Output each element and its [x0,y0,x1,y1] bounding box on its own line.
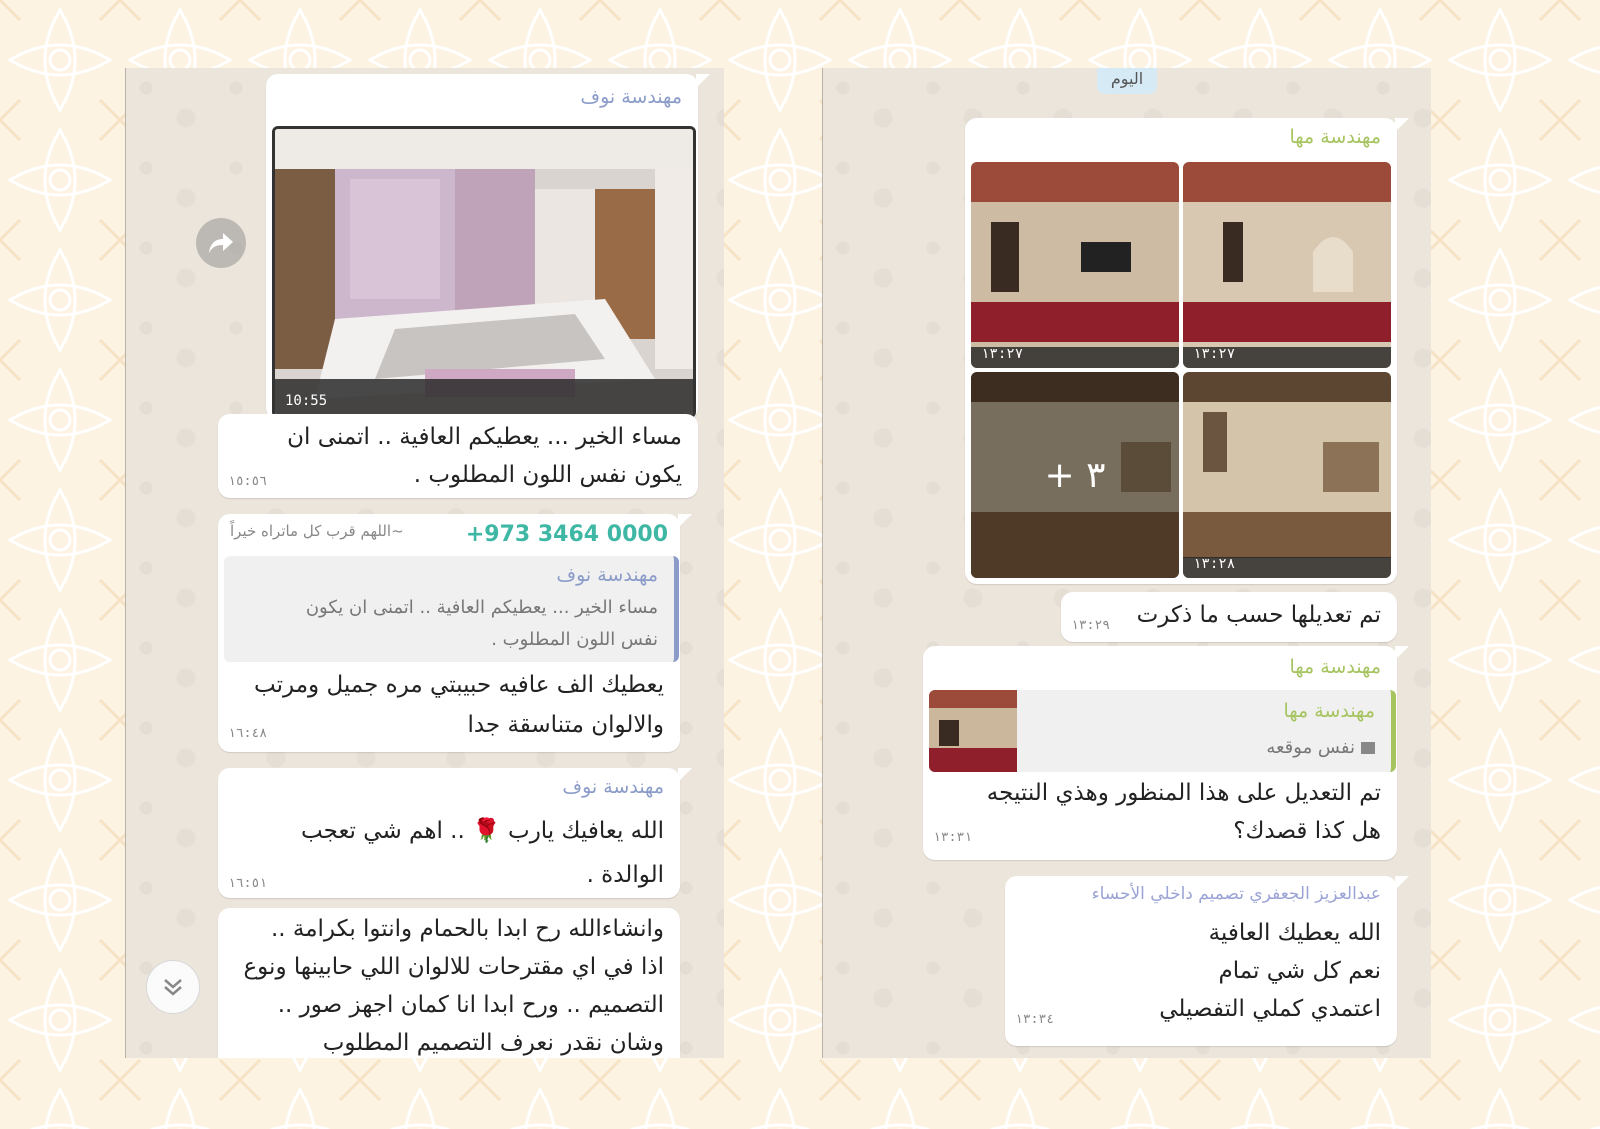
message-time: ١٦:٥١ [228,876,268,891]
message-time: ١٣:٢٩ [1071,618,1111,633]
message-text-line: الله يعافيك يارب 🌹 .. اهم شي تعجب [301,818,664,844]
message-bubble[interactable]: وانشاءالله رح ابدا بالحمام وانتوا بكرامة… [218,908,680,1058]
sender-phone-number: +973 3464 0000 [465,522,668,547]
scroll-down-button[interactable] [146,960,200,1014]
message-bubble-image[interactable]: مهندسة نوف 10:55 [266,74,710,420]
message-text-line: اذا في اي مقترحات للالوان اللي حابينها و… [243,954,664,980]
double-chevron-down-icon [164,979,182,996]
quoted-message[interactable]: مهندسة نوف مساء الخير ... يعطيكم العافية… [224,556,679,662]
message-text-line: اعتمدي كملي التفصيلي [1159,996,1381,1022]
message-bubble[interactable]: تم تعديلها حسب ما ذكرت ١٣:٢٩ [1061,592,1397,642]
sender-name: مهندسة مها [1289,656,1381,678]
dining-render-image[interactable]: ١٣:٢٨ [1183,372,1391,578]
date-chip: اليوم [1097,68,1157,94]
message-bubble[interactable]: عبدالعزيز الجعفري تصميم داخلي الأحساء ال… [1005,876,1409,1046]
message-bubble[interactable]: مساء الخير ... يعطيكم العافية .. اتمنى ا… [218,414,698,498]
quoted-text-line: نفس اللون المطلوب . [491,629,658,650]
sender-name: مهندسة نوف [580,86,682,108]
majlis-render-image[interactable]: ١٣:٢٧ [1183,162,1391,368]
message-text-line: وشان نقدر نعرف التصميم المطلوب [322,1030,664,1056]
majlis-render-image[interactable]: ١٣:٢٧ [971,162,1179,368]
right-chat-screenshot: اليوم مهندسة مها ١٣:٢٧ ١٣:٢٧ + ٣ ١٣:٢٨ ت… [822,68,1431,1058]
message-text-line: نعم كل شي تمام [1218,958,1382,984]
reply-message-bubble[interactable]: +973 3464 0000 ~اللهم قرب كل ماتراه خيرا… [218,514,692,752]
message-text: تم تعديلها حسب ما ذكرت [1136,602,1381,628]
image-album-bubble[interactable]: مهندسة مها ١٣:٢٧ ١٣:٢٧ + ٣ ١٣:٢٨ [965,118,1409,584]
sender-status: ~اللهم قرب كل ماتراه خيراً [230,522,404,540]
reply-message-bubble[interactable]: مهندسة مها مهندسة مها نفس موقعه تم التعد… [923,646,1409,860]
quoted-sender-name: مهندسة نوف [556,564,658,586]
message-text-line: تم التعديل على هذا المنظور وهذي النتيجه [986,780,1381,806]
message-time: ١٦:٤٨ [228,726,268,741]
quoted-sender-name: مهندسة مها [1283,700,1375,722]
message-time: ١٣:٣١ [933,830,973,845]
message-text-line: يكون نفس اللون المطلوب . [413,462,682,488]
message-text-line: يعطيك الف عافيه حبيبتي مره جميل ومرتب [254,672,664,698]
image-timestamp: 10:55 [285,393,328,409]
message-time: ١٣:٣٤ [1015,1012,1055,1027]
message-time: ١٥:٥٦ [228,474,268,489]
quoted-message[interactable]: مهندسة مها نفس موقعه [929,690,1396,772]
image-timestamp: ١٣:٢٧ [1193,346,1236,362]
message-text-line: الله يعطيك العافية [1208,920,1381,946]
bedroom-render-image[interactable]: 10:55 [272,126,696,418]
message-text-line: والالوان متناسقة جدا [467,712,664,738]
message-text-line: الوالدة . [586,862,664,888]
image-timestamp: ١٣:٢٨ [1193,556,1236,572]
message-text-line: هل كذا قصدك؟ [1233,818,1381,844]
image-timestamp: ١٣:٢٧ [981,346,1024,362]
forward-button[interactable] [196,218,246,268]
message-text-line: وانشاءالله رح ابدا بالحمام وانتوا بكرامة… [270,916,664,942]
sender-name: عبدالعزيز الجعفري تصميم داخلي الأحساء [1091,884,1381,904]
dining-render-image[interactable]: + ٣ [971,372,1179,578]
quoted-text-line: مساء الخير ... يعطيكم العافية .. اتمنى ا… [305,597,658,618]
forward-icon [209,233,233,253]
sender-name: مهندسة مها [1289,126,1381,148]
more-images-overlay[interactable]: + ٣ [971,372,1179,578]
quoted-text: نفس موقعه [1266,732,1375,764]
sender-name: مهندسة نوف [562,776,664,798]
message-bubble[interactable]: مهندسة نوف الله يعافيك يارب 🌹 .. اهم شي … [218,768,692,898]
quoted-image-thumbnail [929,690,1017,772]
photo-icon [1361,742,1375,754]
left-chat-screenshot: مهندسة نوف 10:55 مساء الخير ... يعطيكم ا… [125,68,724,1058]
message-text-line: التصميم .. ورح ابدا انا كمان اجهز صور .. [277,992,664,1018]
message-text-line: مساء الخير ... يعطيكم العافية .. اتمنى ا… [287,424,682,450]
